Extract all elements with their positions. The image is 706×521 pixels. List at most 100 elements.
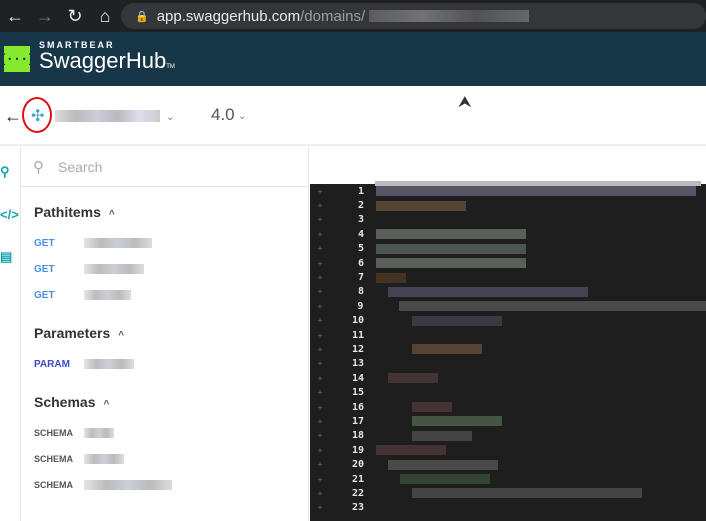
- code-line: +18: [310, 429, 706, 443]
- search-icon: ⚲: [33, 158, 44, 176]
- code-line: +20: [310, 457, 706, 471]
- version-selector[interactable]: 4.0: [211, 105, 235, 125]
- fold-icon[interactable]: +: [310, 359, 330, 368]
- redacted-code: [388, 459, 498, 470]
- horizontal-scrollbar[interactable]: [375, 181, 701, 186]
- code-line: +21: [310, 472, 706, 486]
- redacted-path: [84, 264, 144, 274]
- section-schemas: Schemas ^ SCHEMA SCHEMA SCHEMA: [21, 394, 308, 498]
- fold-icon[interactable]: +: [310, 489, 330, 498]
- section-title[interactable]: Schemas: [34, 394, 95, 410]
- code-line: +2: [310, 198, 706, 212]
- code-line: +9: [310, 299, 706, 313]
- mouse-cursor-icon: ⮝: [458, 94, 472, 111]
- collapse-icon[interactable]: ^: [118, 330, 124, 341]
- code-icon[interactable]: </>: [0, 207, 19, 222]
- fold-icon[interactable]: +: [310, 403, 330, 412]
- fold-icon[interactable]: +: [310, 215, 330, 224]
- browser-toolbar: ← → ↻ ⌂ 🔒 app.swaggerhub.com /domains/: [0, 0, 706, 32]
- list-item[interactable]: GET: [34, 230, 308, 256]
- collapse-icon[interactable]: ^: [109, 209, 115, 220]
- list-item[interactable]: GET: [34, 256, 308, 282]
- chevron-down-icon[interactable]: ⌄: [166, 112, 174, 123]
- line-number: 8: [357, 286, 364, 298]
- product-name: SwaggerHub: [39, 48, 167, 73]
- redacted-code: [376, 445, 446, 456]
- list-item[interactable]: PARAM: [34, 351, 308, 377]
- address-bar[interactable]: 🔒 app.swaggerhub.com /domains/: [121, 3, 706, 29]
- redacted-code: [412, 430, 472, 441]
- list-item[interactable]: SCHEMA: [34, 446, 308, 472]
- code-line: +6: [310, 256, 706, 270]
- back-icon[interactable]: ←: [0, 6, 30, 27]
- fold-icon[interactable]: +: [310, 187, 330, 196]
- fold-icon[interactable]: +: [310, 316, 330, 325]
- fold-icon[interactable]: +: [310, 302, 330, 311]
- redacted-code: [412, 315, 502, 326]
- fold-icon[interactable]: +: [310, 244, 330, 253]
- list-item[interactable]: SCHEMA: [34, 420, 308, 446]
- editor-toolbar: [310, 147, 706, 184]
- list-item[interactable]: SCHEMA: [34, 472, 308, 498]
- code-line: +15: [310, 385, 706, 399]
- project-header: ← ✣ ⌄ 4.0 ⌄ ⮝: [0, 86, 706, 146]
- fold-icon[interactable]: +: [310, 503, 330, 512]
- fold-icon[interactable]: +: [310, 259, 330, 268]
- list-item[interactable]: GET: [34, 282, 308, 308]
- project-name-redacted[interactable]: [55, 110, 160, 122]
- fold-icon[interactable]: +: [310, 431, 330, 440]
- section-title[interactable]: Parameters: [34, 325, 110, 341]
- method-badge: SCHEMA: [34, 454, 74, 464]
- fold-icon[interactable]: +: [310, 345, 330, 354]
- fold-icon[interactable]: +: [310, 446, 330, 455]
- code-line: +12: [310, 342, 706, 356]
- navigation-icon[interactable]: ⚲: [0, 164, 10, 180]
- line-number: 15: [351, 387, 364, 399]
- search-input[interactable]: [58, 158, 258, 175]
- section-pathitems: Pathitems ^ GET GET GET: [21, 204, 308, 308]
- method-badge: SCHEMA: [34, 480, 74, 490]
- line-number: 1: [357, 185, 364, 197]
- url-path: /domains/: [300, 7, 366, 25]
- method-badge: GET: [34, 263, 55, 275]
- fold-icon[interactable]: +: [310, 417, 330, 426]
- line-number: 14: [351, 372, 364, 384]
- code-line: +23: [310, 501, 706, 515]
- code-line: +14: [310, 371, 706, 385]
- version-chevron-icon[interactable]: ⌄: [238, 111, 246, 122]
- fold-icon[interactable]: +: [310, 230, 330, 239]
- fold-icon[interactable]: +: [310, 201, 330, 210]
- redacted-path: [84, 290, 131, 300]
- fold-icon[interactable]: +: [310, 475, 330, 484]
- domain-puzzle-icon: ✣: [31, 108, 45, 125]
- fold-icon[interactable]: +: [310, 331, 330, 340]
- forward-icon[interactable]: →: [30, 6, 60, 27]
- method-badge: GET: [34, 289, 55, 301]
- code-line: +19: [310, 443, 706, 457]
- redacted-code: [412, 416, 502, 427]
- fold-icon[interactable]: +: [310, 460, 330, 469]
- collapse-icon[interactable]: ^: [103, 399, 109, 410]
- document-icon[interactable]: ▤: [0, 249, 12, 265]
- lock-icon: 🔒: [135, 10, 149, 23]
- swaggerhub-logo[interactable]: {···}: [0, 46, 35, 72]
- fold-icon[interactable]: +: [310, 388, 330, 397]
- line-number: 16: [351, 401, 364, 413]
- fold-icon[interactable]: +: [310, 374, 330, 383]
- redacted-param: [84, 359, 134, 369]
- method-badge: PARAM: [34, 358, 70, 370]
- fold-icon[interactable]: +: [310, 287, 330, 296]
- back-arrow-icon[interactable]: ←: [4, 106, 22, 127]
- fold-icon[interactable]: +: [310, 273, 330, 282]
- redacted-code: [388, 286, 588, 297]
- redacted-code: [399, 301, 706, 312]
- section-title[interactable]: Pathitems: [34, 204, 101, 220]
- line-number: 20: [351, 459, 364, 471]
- reload-icon[interactable]: ↻: [60, 6, 90, 27]
- redacted-schema: [84, 480, 172, 490]
- line-number: 7: [357, 272, 364, 284]
- code-line: +1: [310, 184, 706, 198]
- code-editor[interactable]: +1 +2 +3 +4 +5 +6 +7 +8 +9 +10 +11 +12 +13 +14 +15 +16 +…: [310, 184, 706, 521]
- home-icon[interactable]: ⌂: [90, 6, 120, 27]
- code-line: +4: [310, 227, 706, 241]
